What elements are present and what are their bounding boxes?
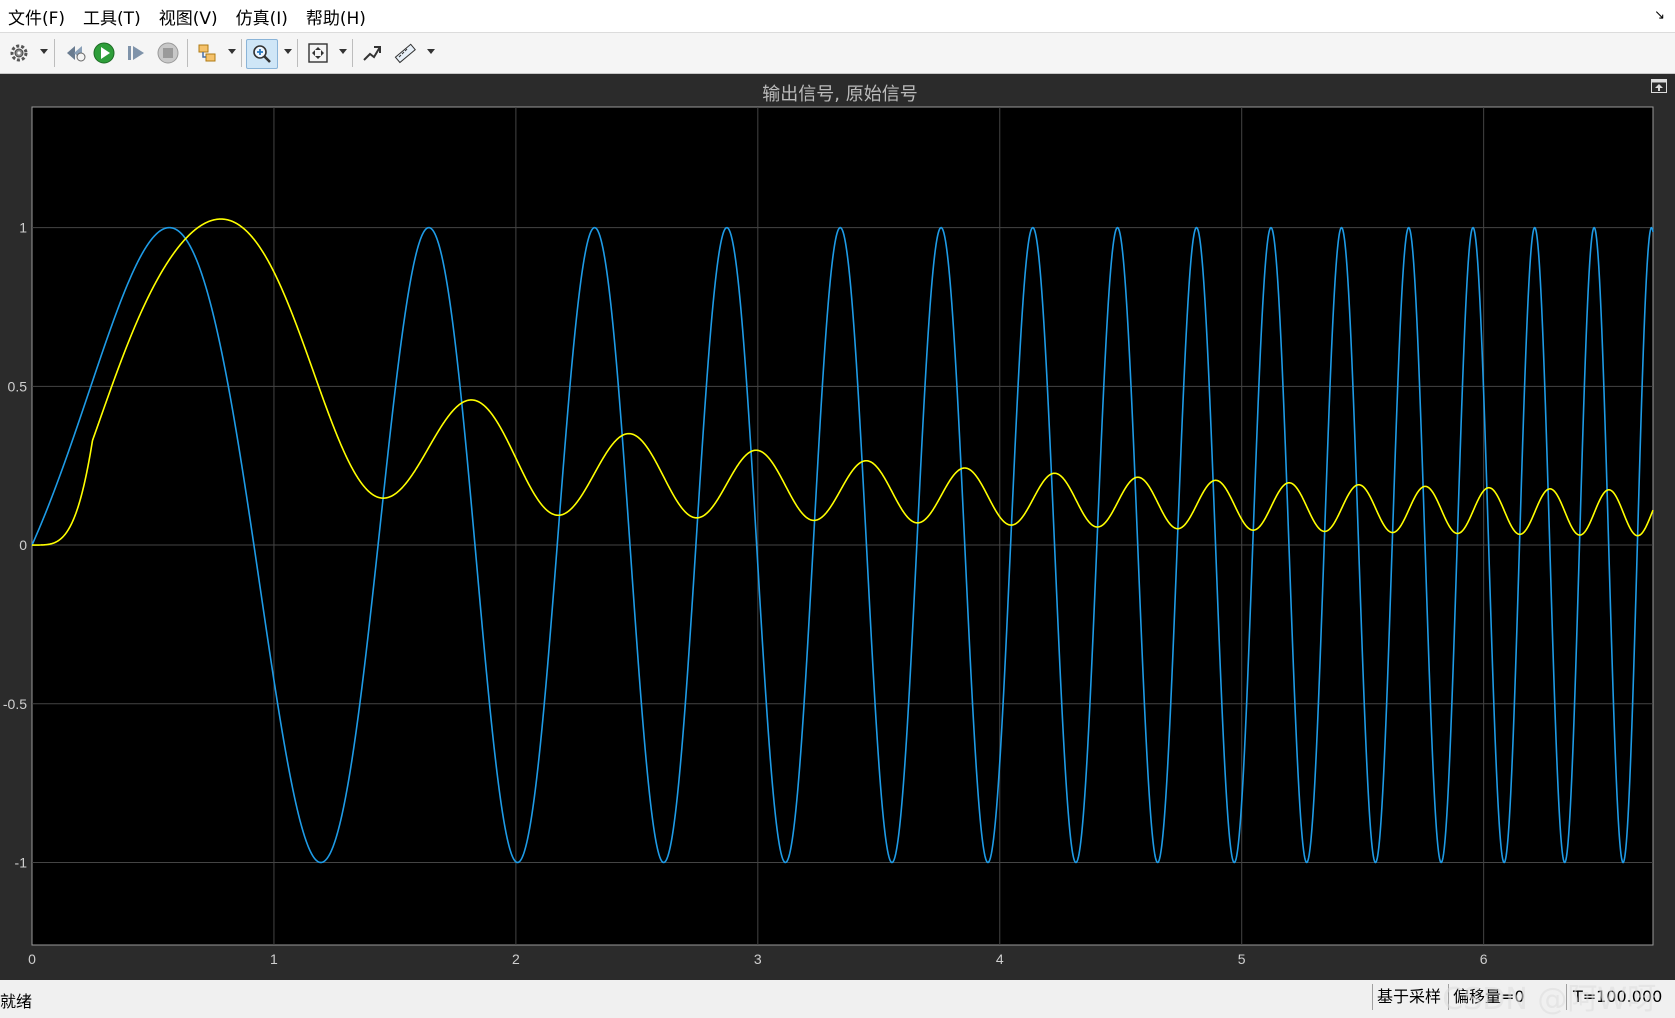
x-tick-label: 6	[1480, 951, 1488, 967]
measure-dropdown-icon[interactable]	[427, 49, 435, 54]
zoom-dropdown-icon[interactable]	[284, 49, 292, 54]
window-resize-icon[interactable]: ↘	[1654, 8, 1665, 23]
toolbar-separator	[241, 39, 242, 67]
step-back-icon[interactable]	[62, 39, 90, 67]
scope-display: 输出信号, 原始信号 0 1 2 3 4 5 6 1 0.5 0 -0.5 -1	[0, 74, 1675, 980]
menu-simulation[interactable]: 仿真(I)	[227, 4, 297, 29]
x-tick-label: 1	[270, 951, 278, 967]
toolbar	[0, 32, 1675, 74]
plot-area[interactable]: 0 1 2 3 4 5 6 1 0.5 0 -0.5 -1	[0, 74, 1675, 980]
menu-view[interactable]: 视图(V)	[150, 4, 227, 29]
toolbar-separator	[187, 39, 188, 67]
x-tick-label: 4	[996, 951, 1004, 967]
y-tick-label: -1	[15, 854, 28, 870]
menu-help[interactable]: 帮助(H)	[297, 4, 375, 29]
run-icon[interactable]	[90, 39, 118, 67]
gear-icon[interactable]	[6, 39, 32, 67]
stop-icon[interactable]	[154, 39, 182, 67]
toolbar-separator	[297, 39, 298, 67]
y-tick-label: 0	[19, 537, 27, 553]
toolbar-separator	[352, 39, 353, 67]
gear-dropdown-icon[interactable]	[40, 49, 48, 54]
x-tick-label: 2	[512, 951, 520, 967]
fit-to-view-icon[interactable]	[304, 39, 332, 67]
menu-file[interactable]: 文件(F)	[0, 4, 74, 29]
step-forward-icon[interactable]	[122, 39, 150, 67]
status-bar: 就绪 基于采样 偏移量=0 T=100.000 CSDN @阿W呀	[0, 980, 1675, 1017]
highlight-block-icon[interactable]	[194, 39, 222, 67]
y-tick-label: 1	[19, 220, 27, 236]
watermark: CSDN @阿W呀	[1442, 982, 1657, 1017]
status-ready: 就绪	[0, 992, 33, 1011]
highlight-dropdown-icon[interactable]	[228, 49, 236, 54]
toolbar-separator	[54, 39, 55, 67]
menu-bar: 文件(F) 工具(T) 视图(V) 仿真(I) 帮助(H) ↘	[0, 0, 1675, 32]
measure-icon[interactable]	[390, 39, 420, 67]
signal-trace-icon[interactable]	[358, 39, 386, 67]
y-tick-label: -0.5	[3, 696, 27, 712]
status-sample-based: 基于采样	[1372, 984, 1441, 1010]
fit-dropdown-icon[interactable]	[339, 49, 347, 54]
y-tick-label: 0.5	[8, 378, 28, 394]
x-tick-label: 5	[1238, 951, 1246, 967]
x-tick-label: 3	[754, 951, 762, 967]
x-tick-label: 0	[28, 951, 36, 967]
menu-tools[interactable]: 工具(T)	[74, 4, 150, 29]
zoom-icon[interactable]	[246, 39, 278, 69]
